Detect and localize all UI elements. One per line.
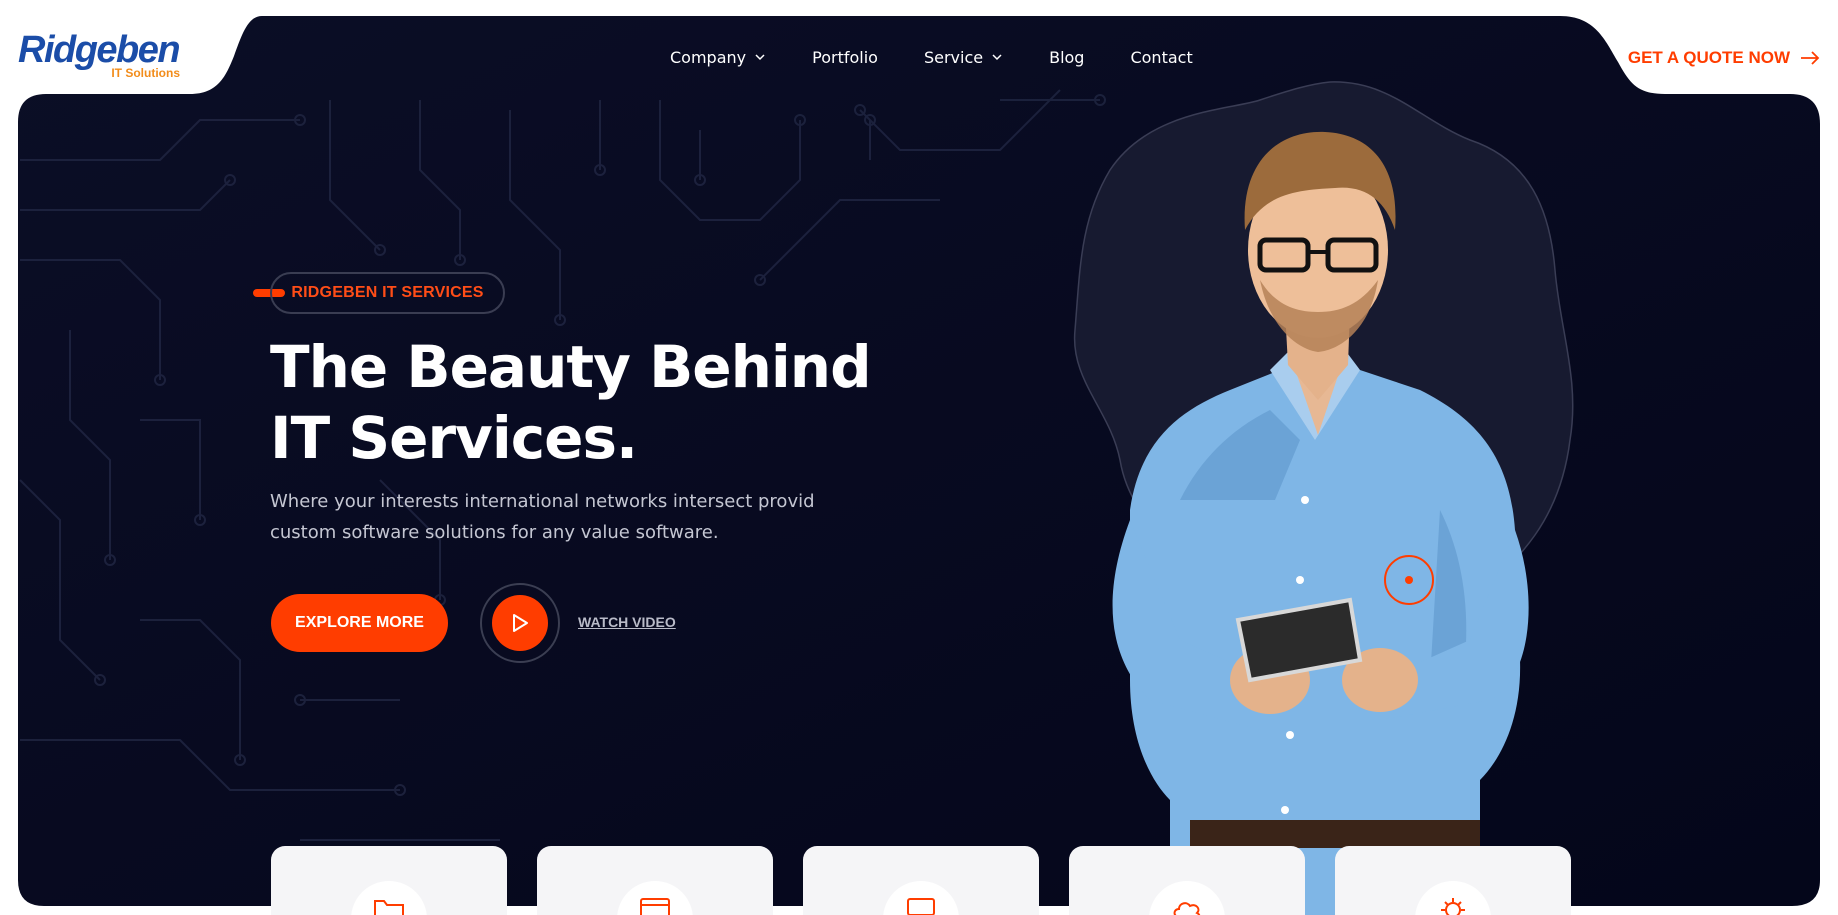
watch-video-link[interactable]: WATCH VIDEO [578,614,676,630]
monitor-icon [907,898,935,915]
folder-icon [374,900,404,915]
play-icon [513,614,528,632]
play-button-circle [492,595,548,651]
service-card[interactable] [537,846,773,915]
hotspot-target-icon[interactable] [1384,555,1434,605]
hero-badge: RIDGEBEN IT SERVICES [270,272,505,314]
hero-headline-line: The Beauty Behind [270,333,872,401]
nav-item-contact[interactable]: Contact [1130,48,1192,67]
nav-item-service[interactable]: Service [924,48,1003,67]
service-card-icon-wrap [883,881,959,915]
chevron-down-icon [992,54,1002,61]
hero-description-line: custom software solutions for any value … [270,522,719,543]
explore-more-label: EXPLORE MORE [295,614,424,631]
gear-cog-icon [1441,898,1465,915]
brand-logo[interactable]: Ridgeben IT Solutions [18,30,188,82]
hero-badge-label: RIDGEBEN IT SERVICES [291,284,484,301]
service-card[interactable] [1335,846,1571,915]
nav-item-label: Blog [1049,47,1085,67]
explore-more-button[interactable]: EXPLORE MORE [271,594,448,652]
service-card-icon-wrap [617,881,693,915]
nav-item-label: Service [923,47,984,67]
service-card[interactable] [271,846,507,915]
arrow-right-icon [1801,51,1820,65]
hero-headline: The Beauty Behind IT Services. [270,332,910,474]
play-video-button[interactable] [480,583,560,663]
main-nav: Company Portfolio Service Blog Contact [670,44,1239,70]
service-card[interactable] [1069,846,1305,915]
logo-tagline: IT Solutions [111,66,180,80]
nav-item-label: Portfolio [812,47,878,67]
hotspot-dot [1405,576,1413,584]
service-card-icon-wrap [1149,881,1225,915]
hero-person-image [1112,131,1529,915]
nav-item-label: Company [670,47,747,67]
service-card-icon-wrap [351,881,427,915]
hero-headline-line: IT Services. [270,404,638,472]
hero-description-line: Where your interests international netwo… [270,491,815,512]
hero-description: Where your interests international netwo… [270,486,830,548]
service-card[interactable] [803,846,1039,915]
nav-item-label: Contact [1130,47,1193,67]
service-card-icon-wrap [1415,881,1491,915]
cloud-icon [1173,902,1201,915]
nav-item-blog[interactable]: Blog [1049,48,1084,67]
nav-item-portfolio[interactable]: Portfolio [812,48,878,67]
browser-window-icon [640,898,670,915]
nav-item-company[interactable]: Company [670,48,766,67]
get-quote-label: GET A QUOTE NOW [1627,48,1790,67]
get-quote-link[interactable]: GET A QUOTE NOW [1628,48,1820,68]
logo-wordmark: Ridgeben [18,29,181,71]
chevron-down-icon [755,54,765,61]
